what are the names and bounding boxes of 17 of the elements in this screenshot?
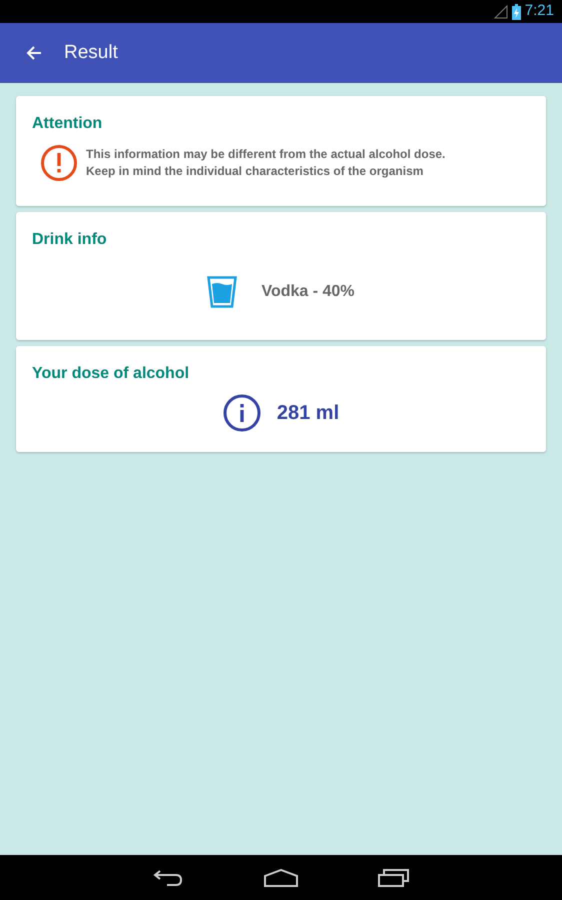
card-title: Attention (32, 114, 104, 134)
recent-apps-icon[interactable] (378, 868, 410, 888)
card-title: Your dose of alcohol (32, 364, 190, 384)
warning-text: This information may be different from the actual alcohol dose. Keep in mind the individual characteristics of the organism (86, 146, 446, 180)
screen-title: Result (64, 40, 118, 65)
home-icon[interactable] (264, 868, 298, 886)
warning-icon (40, 144, 78, 182)
clock-text: 7:21 (524, 1, 554, 22)
glass-icon (207, 276, 238, 308)
dose-value: 281 ml (276, 401, 340, 426)
card-title: Drink info (32, 230, 108, 250)
drink-name: Vodka - 40% (261, 282, 355, 302)
back-arrow-icon[interactable] (26, 45, 42, 61)
back-icon[interactable] (152, 868, 184, 888)
info-icon (222, 394, 261, 432)
signal-icon (494, 4, 508, 18)
battery-icon (512, 4, 521, 20)
